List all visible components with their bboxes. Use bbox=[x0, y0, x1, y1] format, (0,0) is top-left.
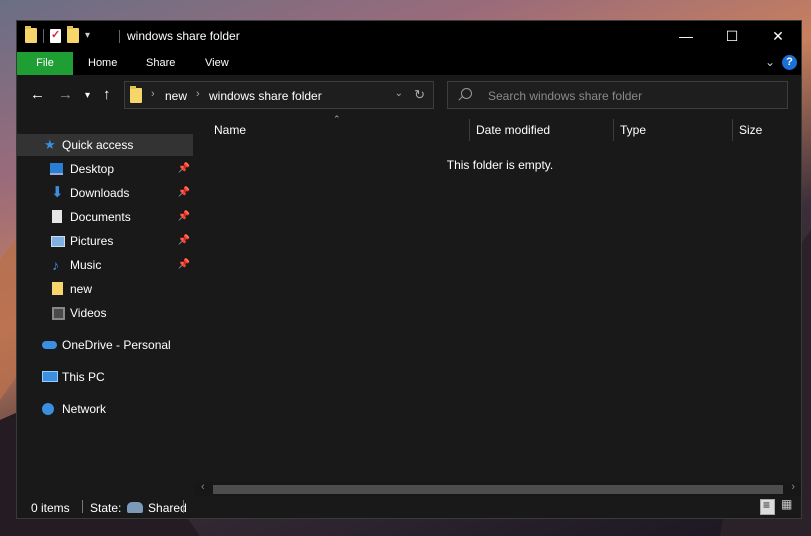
search-input[interactable] bbox=[486, 87, 780, 105]
sidebar-item-label: This PC bbox=[62, 370, 105, 384]
file-explorer-window: ▾ windows share folder — ☐ ✕ File Home S… bbox=[16, 20, 802, 519]
sidebar-item-music[interactable]: ♪ Music 📌 bbox=[17, 254, 193, 276]
column-header-date-modified[interactable]: Date modified bbox=[476, 123, 550, 137]
sidebar-item-label: Desktop bbox=[70, 162, 115, 176]
tab-view[interactable]: View bbox=[191, 52, 243, 75]
sidebar-item-label: OneDrive - Personal bbox=[62, 338, 171, 352]
sidebar-item-videos[interactable]: Videos bbox=[17, 302, 193, 324]
back-button[interactable]: ← bbox=[30, 86, 45, 103]
title-bar: ▾ windows share folder — ☐ ✕ bbox=[17, 21, 801, 52]
column-header-name[interactable]: Name bbox=[214, 123, 246, 137]
shared-users-icon bbox=[126, 502, 143, 513]
scroll-left-icon[interactable]: ‹ bbox=[201, 481, 205, 493]
tab-file[interactable]: File bbox=[17, 52, 73, 75]
sidebar-item-this-pc[interactable]: This PC bbox=[17, 366, 193, 388]
details-view-icon[interactable] bbox=[760, 498, 775, 515]
onedrive-cloud-icon bbox=[42, 341, 57, 349]
forward-button[interactable]: → bbox=[58, 86, 73, 103]
quick-access-toolbar: ▾ bbox=[25, 26, 90, 43]
sidebar-item-label: Quick access bbox=[62, 138, 134, 152]
address-dropdown-icon[interactable]: ⌄ bbox=[395, 88, 403, 99]
pin-icon[interactable]: 📌 bbox=[178, 230, 190, 252]
sidebar-item-label: Videos bbox=[70, 306, 107, 320]
toolbar-separator bbox=[43, 28, 44, 43]
breadcrumb-separator[interactable]: › bbox=[196, 88, 200, 100]
sidebar-item-label: Documents bbox=[70, 210, 131, 224]
expand-ribbon-icon[interactable]: ⌄ bbox=[765, 55, 775, 69]
sidebar-item-label: new bbox=[70, 282, 93, 296]
navigation-bar: ← → ▾ ↑ › new › windows share folder ⌄ ↻ bbox=[17, 75, 801, 116]
sidebar-item-downloads[interactable]: ⬇ Downloads 📌 bbox=[17, 182, 193, 204]
search-icon bbox=[461, 88, 472, 99]
column-divider[interactable] bbox=[732, 119, 733, 141]
sidebar-item-new[interactable]: new bbox=[17, 278, 193, 300]
music-icon: ♪ bbox=[52, 257, 59, 273]
breadcrumb-current[interactable]: windows share folder bbox=[209, 89, 322, 103]
sidebar-item-quick-access[interactable]: ★ Quick access bbox=[17, 134, 193, 156]
folder-icon bbox=[130, 86, 142, 103]
status-separator bbox=[82, 500, 83, 513]
search-box[interactable] bbox=[447, 81, 788, 109]
breadcrumb-new[interactable]: new bbox=[165, 89, 187, 103]
column-divider[interactable] bbox=[613, 119, 614, 141]
item-count: 0 items bbox=[31, 501, 70, 515]
tab-home[interactable]: Home bbox=[74, 52, 131, 75]
breadcrumb-separator[interactable]: › bbox=[151, 88, 155, 100]
pin-icon[interactable]: 📌 bbox=[178, 206, 190, 228]
folder-icon bbox=[25, 26, 37, 43]
column-header-type[interactable]: Type bbox=[620, 123, 646, 137]
videos-icon bbox=[52, 307, 65, 320]
column-divider[interactable] bbox=[469, 119, 470, 141]
sidebar-item-documents[interactable]: Documents 📌 bbox=[17, 206, 193, 228]
network-icon bbox=[42, 403, 54, 415]
scroll-right-icon[interactable]: › bbox=[791, 481, 795, 493]
column-header-size[interactable]: Size bbox=[739, 123, 762, 137]
sidebar-item-desktop[interactable]: Desktop 📌 bbox=[17, 158, 193, 180]
maximize-button[interactable]: ☐ bbox=[709, 21, 755, 52]
star-icon: ★ bbox=[44, 137, 56, 152]
sidebar-item-network[interactable]: Network bbox=[17, 398, 193, 420]
ribbon-tabs: File Home Share View ⌄ ? bbox=[17, 52, 801, 75]
new-folder-icon[interactable] bbox=[67, 26, 79, 43]
sidebar-item-onedrive[interactable]: OneDrive - Personal bbox=[17, 334, 193, 356]
pin-icon[interactable]: 📌 bbox=[178, 158, 190, 180]
empty-folder-message: This folder is empty. bbox=[446, 158, 554, 172]
desktop-icon bbox=[50, 163, 63, 175]
refresh-icon[interactable]: ↻ bbox=[414, 87, 425, 103]
sidebar-item-pictures[interactable]: Pictures 📌 bbox=[17, 230, 193, 252]
pin-icon[interactable]: 📌 bbox=[178, 182, 190, 204]
share-state: State: Shared bbox=[90, 501, 187, 515]
minimize-button[interactable]: — bbox=[663, 21, 709, 52]
computer-icon bbox=[42, 371, 58, 382]
document-icon bbox=[52, 210, 62, 223]
customize-toolbar-icon[interactable]: ▾ bbox=[85, 30, 90, 41]
navigation-pane: ★ Quick access Desktop 📌 ⬇ Downloads 📌 D… bbox=[17, 116, 195, 496]
address-bar[interactable]: › new › windows share folder ⌄ ↻ bbox=[124, 81, 434, 109]
help-icon[interactable]: ? bbox=[782, 55, 797, 70]
recent-locations-button[interactable]: ▾ bbox=[85, 90, 90, 101]
sidebar-item-label: Pictures bbox=[70, 234, 114, 248]
sort-ascending-icon: ⌃ bbox=[333, 114, 341, 124]
status-separator bbox=[183, 500, 184, 513]
file-list[interactable]: ⌃ Name Date modified Type Size This fold… bbox=[195, 114, 801, 486]
state-label: State: bbox=[90, 501, 122, 515]
download-icon: ⬇ bbox=[51, 184, 64, 201]
folder-icon bbox=[52, 282, 63, 295]
large-icons-view-icon[interactable] bbox=[780, 497, 795, 515]
properties-icon[interactable] bbox=[50, 28, 61, 43]
sidebar-item-label: Music bbox=[70, 258, 102, 272]
up-button[interactable]: ↑ bbox=[103, 86, 111, 103]
state-value: Shared bbox=[148, 501, 187, 515]
sidebar-item-label: Network bbox=[62, 402, 107, 416]
close-button[interactable]: ✕ bbox=[755, 21, 801, 52]
tab-share[interactable]: Share bbox=[132, 52, 189, 75]
pin-icon[interactable]: 📌 bbox=[178, 254, 190, 276]
status-bar: 0 items State: Shared bbox=[17, 496, 801, 518]
horizontal-scrollbar[interactable]: ‹ › bbox=[195, 481, 801, 496]
pictures-icon bbox=[51, 236, 65, 247]
window-title: windows share folder bbox=[119, 29, 240, 43]
sidebar-item-label: Downloads bbox=[70, 186, 130, 200]
scrollbar-thumb[interactable] bbox=[213, 485, 783, 494]
